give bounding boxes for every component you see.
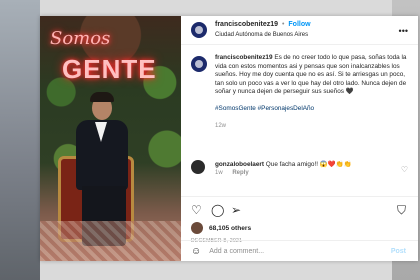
comment-like-icon[interactable]: ♡ xyxy=(401,165,408,174)
post-header: franciscobenitez19 • Follow Ciudad Autón… xyxy=(181,16,418,45)
caption-hashtags[interactable]: #SomosGente #PersonajesDelAño xyxy=(215,105,408,114)
caption-time: 12w xyxy=(215,122,227,129)
reply-button[interactable]: Reply xyxy=(232,170,248,176)
like-heart-icon[interactable]: ♡ xyxy=(191,203,202,217)
caption-avatar[interactable] xyxy=(191,56,207,72)
separator-dot: • xyxy=(281,21,285,28)
avatar[interactable] xyxy=(191,22,207,38)
comment-bubble-icon[interactable]: ◯ xyxy=(211,203,224,217)
more-options-icon[interactable]: ••• xyxy=(399,26,408,36)
share-plane-icon[interactable]: ➢ xyxy=(231,203,241,217)
comment-avatar[interactable] xyxy=(191,160,205,174)
likes-row: 68,105 others xyxy=(191,222,251,234)
liker-avatar[interactable] xyxy=(191,222,203,234)
instagram-post: Somos GENTE franciscobenitez19 • Follow … xyxy=(40,16,418,261)
bookmark-icon[interactable]: ⛉ xyxy=(397,203,406,218)
post-photo[interactable]: Somos GENTE xyxy=(40,16,181,261)
rug xyxy=(40,221,181,261)
comment-time: 1w xyxy=(215,170,223,176)
background-left xyxy=(0,0,40,280)
location-link[interactable]: Ciudad Autónoma de Buenos Aires xyxy=(215,30,311,40)
person-hair xyxy=(90,92,114,102)
emoji-icon[interactable]: ☺ xyxy=(191,246,201,257)
post-side-panel: franciscobenitez19 • Follow Ciudad Autón… xyxy=(181,16,418,261)
add-comment-bar: ☺ Add a comment... Post xyxy=(181,240,418,261)
comment-username[interactable]: gonzaloboelaert xyxy=(215,161,264,168)
action-bar: ♡ ◯ ➢ ⛉ xyxy=(181,196,418,221)
caption-username[interactable]: franciscobenitez19 xyxy=(215,54,273,61)
comment: gonzaloboelaert Que facha amigo!! 😱❤️👏👏 … xyxy=(191,160,408,178)
neon-sign-somos: Somos xyxy=(50,28,111,49)
comment-text: Que facha amigo!! 😱❤️👏👏 xyxy=(265,161,352,168)
neon-sign-gente: GENTE xyxy=(62,54,157,84)
follow-button[interactable]: Follow xyxy=(288,21,310,28)
post-button[interactable]: Post xyxy=(391,248,406,255)
header-username[interactable]: franciscobenitez19 xyxy=(215,21,278,28)
add-comment-input[interactable]: Add a comment... xyxy=(209,248,264,255)
caption: franciscobenitez19 Es de no creer todo l… xyxy=(191,54,408,130)
likes-count[interactable]: 68,105 others xyxy=(209,225,251,232)
